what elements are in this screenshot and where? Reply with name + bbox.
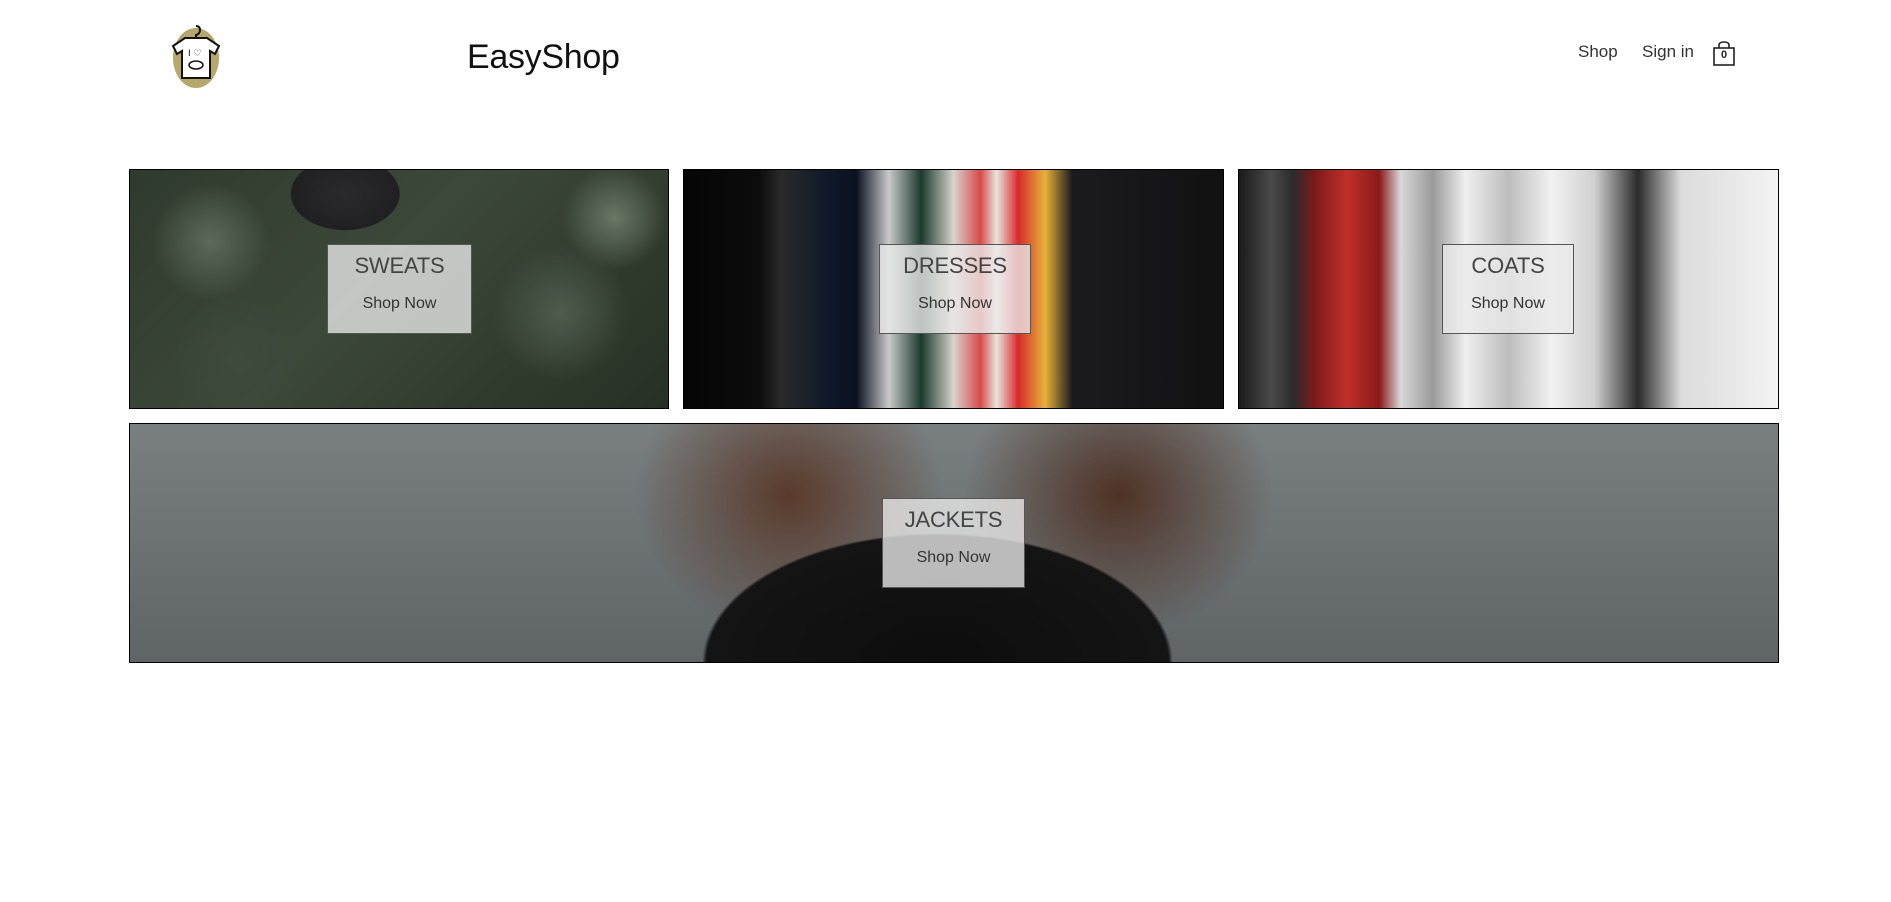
nav-shop-link[interactable]: Shop (1578, 42, 1618, 62)
shopping-bag-icon[interactable]: 0 (1712, 40, 1736, 66)
shop-now-button[interactable]: Shop Now (880, 295, 1030, 313)
site-header: I ♡ EasyShop Shop Sign in 0 (0, 0, 1891, 110)
category-title: JACKETS (904, 507, 1003, 532)
cart-count: 0 (1720, 49, 1728, 61)
category-title: SWEATS (354, 253, 445, 278)
category-title: DRESSES (903, 253, 1007, 278)
category-label-box: DRESSES Shop Now (879, 244, 1031, 334)
category-tile-jackets[interactable]: JACKETS Shop Now (129, 423, 1779, 663)
shop-now-button[interactable]: Shop Now (883, 549, 1024, 567)
shop-now-button[interactable]: Shop Now (1443, 295, 1573, 313)
nav-sign-in-link[interactable]: Sign in (1642, 42, 1694, 62)
category-label-box: COATS Shop Now (1442, 244, 1574, 334)
brand-title[interactable]: EasyShop (467, 38, 620, 77)
shirt-hanger-logo-icon[interactable]: I ♡ (165, 18, 227, 90)
category-label-box: JACKETS Shop Now (882, 498, 1025, 588)
category-title: COATS (1471, 253, 1545, 278)
category-tile-sweats[interactable]: SWEATS Shop Now (129, 169, 669, 409)
svg-text:I ♡: I ♡ (188, 49, 202, 59)
category-label-box: SWEATS Shop Now (327, 244, 472, 334)
category-tile-dresses[interactable]: DRESSES Shop Now (683, 169, 1224, 409)
shop-now-button[interactable]: Shop Now (328, 295, 471, 313)
category-tile-coats[interactable]: COATS Shop Now (1238, 169, 1779, 409)
